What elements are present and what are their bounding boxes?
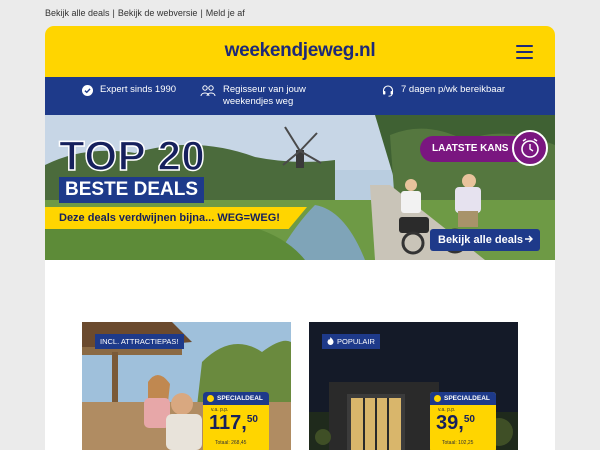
usp-item: 7 dagen p/wk bereikbaar [382, 84, 505, 97]
people-icon [200, 85, 216, 97]
usp-text: Expert sinds 1990 [100, 84, 177, 95]
hamburger-menu-icon[interactable] [516, 45, 533, 59]
card-badge: POPULAIR [322, 334, 380, 349]
separator: | [112, 8, 115, 18]
badge-label: LAATSTE KANS [432, 143, 509, 154]
separator: | [200, 8, 203, 18]
price: 117,50 [209, 412, 258, 434]
top-links: Bekijk alle deals | Bekijk de webversie | Me… [45, 8, 245, 18]
main-content: INCL. ATTRACTIEPAS! SPECIALDEAL v.a. p.p… [45, 260, 555, 450]
deal-price-tag: SPECIALDEAL v.a. p.p. 39,50 Totaal: 102,… [430, 392, 496, 450]
total-price: Totaal: 268,45 [215, 440, 247, 446]
deal-price-tag: SPECIALDEAL v.a. p.p. 117,50 Totaal: 268… [203, 392, 269, 450]
price: 39,50 [436, 412, 475, 434]
unsubscribe-link[interactable]: Meld je af [206, 8, 245, 18]
usp-item: Expert sinds 1990 [82, 84, 176, 96]
header: weekendjeweg.nl [45, 26, 555, 77]
dot-icon [207, 395, 214, 402]
total-price: Totaal: 102,25 [442, 440, 474, 446]
webversion-link[interactable]: Bekijk de webversie [118, 8, 198, 18]
deal-card[interactable]: INCL. ATTRACTIEPAS! SPECIALDEAL v.a. p.p… [82, 322, 291, 450]
flame-icon [327, 337, 334, 345]
view-all-deals-button[interactable]: Bekijk alle deals [430, 229, 540, 251]
hero-ribbon: Deze deals verdwijnen bijna... WEG=WEG! [45, 207, 307, 229]
card-badge: INCL. ATTRACTIEPAS! [95, 334, 184, 349]
last-chance-badge: LAATSTE KANS [420, 130, 548, 166]
logo[interactable]: weekendjeweg.nl [45, 40, 555, 62]
usp-item: Regisseur van jouw weekendjes weg [200, 84, 355, 108]
usp-text: Regisseur van jouw weekendjes weg [223, 84, 306, 107]
usp-bar: Expert sinds 1990 Regisseur van jouw wee… [45, 77, 555, 115]
all-deals-link[interactable]: Bekijk alle deals [45, 8, 110, 18]
arrow-right-icon [525, 235, 533, 243]
alarm-clock-icon [512, 130, 548, 166]
check-circle-icon [82, 85, 93, 96]
deal-card[interactable]: POPULAIR SPECIALDEAL v.a. p.p. 39,50 Tot… [309, 322, 518, 450]
headset-icon [382, 85, 394, 97]
hero-subtitle: BESTE DEALS [59, 177, 205, 203]
hero-banner[interactable]: TOP 20 BESTE DEALS Deze deals verdwijnen… [45, 115, 555, 260]
button-label: Bekijk alle deals [438, 234, 523, 246]
hero-title: TOP 20 [58, 132, 206, 179]
usp-text: 7 dagen p/wk bereikbaar [401, 84, 506, 95]
specialdeal-label: SPECIALDEAL [430, 392, 496, 405]
specialdeal-label: SPECIALDEAL [203, 392, 269, 405]
dot-icon [434, 395, 441, 402]
